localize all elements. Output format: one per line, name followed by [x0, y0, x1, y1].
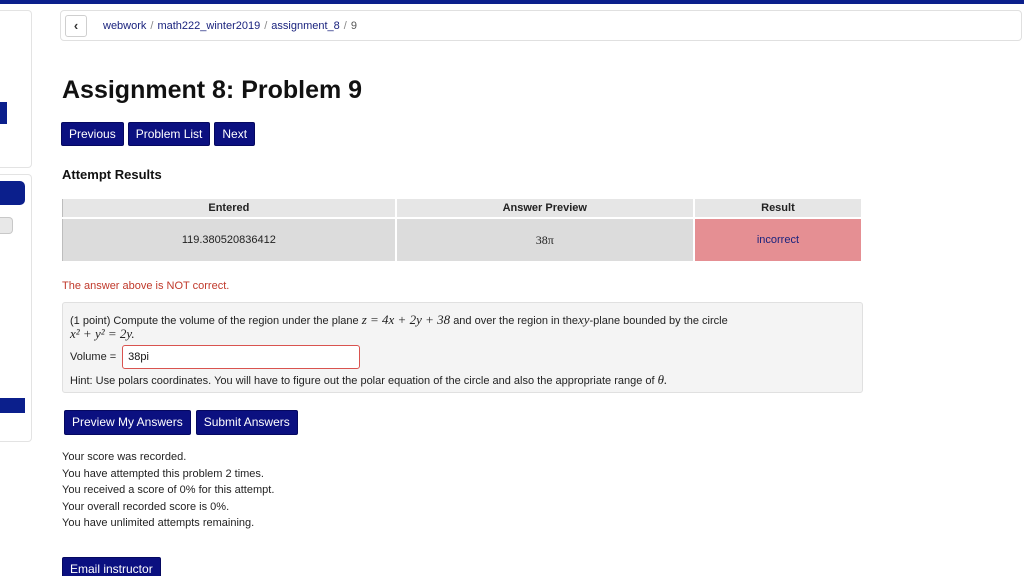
breadcrumb-item-assignment[interactable]: assignment_8: [271, 20, 340, 32]
column-header-entered: Entered: [61, 197, 397, 219]
score-line: You have unlimited attempts remaining.: [62, 517, 255, 529]
back-button[interactable]: ‹: [65, 14, 87, 37]
problem-box: (1 point) Compute the volume of the regi…: [62, 302, 863, 393]
breadcrumb-item-problem: 9: [350, 19, 357, 32]
theta-symbol: θ.: [657, 372, 668, 387]
answer-status-message: The answer above is NOT correct.: [62, 280, 230, 292]
score-line: Your overall recorded score is 0%.: [62, 500, 230, 513]
attempt-results-table: Entered Answer Preview Result 119.380520…: [61, 197, 864, 263]
column-header-answer-preview: Answer Preview: [395, 197, 695, 219]
entered-value: 119.380520836412: [61, 217, 397, 263]
problem-text-a: Compute the volume of the region under t…: [113, 315, 359, 327]
circle-equation: x² + y² = 2y.: [70, 326, 135, 341]
breadcrumb-item-course[interactable]: math222_winter2019: [157, 20, 260, 32]
breadcrumb-item-webwork[interactable]: webwork: [103, 20, 146, 32]
sidebar-panel-top: [0, 10, 32, 168]
breadcrumb-trail: webwork / math222_winter2019 / assignmen…: [103, 20, 357, 32]
problem-text-b: and over the region in the: [453, 315, 578, 327]
hint-text: Hint: Use polars coordinates. You will h…: [70, 375, 655, 387]
problem-statement: (1 point) Compute the volume of the regi…: [70, 312, 728, 328]
breadcrumb: ‹ webwork / math222_winter2019 / assignm…: [60, 10, 1022, 41]
volume-row: Volume =: [70, 345, 361, 369]
submit-answers-button[interactable]: Submit Answers: [195, 410, 298, 435]
volume-answer-input[interactable]: [122, 345, 361, 369]
attempt-results-heading: Attempt Results: [62, 167, 162, 182]
plane-equation: z = 4x + 2y + 38: [361, 312, 451, 327]
sidebar-active-item[interactable]: [0, 398, 25, 413]
problem-text-c: -plane bounded by the circle: [589, 315, 728, 327]
sidebar-toggle[interactable]: [0, 217, 13, 234]
volume-label: Volume =: [70, 351, 117, 363]
plane-name: xy: [577, 312, 590, 327]
problem-hint: Hint: Use polars coordinates. You will h…: [70, 372, 667, 388]
email-instructor-button[interactable]: Email instructor: [62, 557, 161, 576]
score-summary: Your score was recorded. You have attemp…: [62, 449, 274, 532]
breadcrumb-separator: /: [343, 19, 347, 32]
top-accent-bar: [0, 0, 1024, 4]
score-line: You have attempted this problem 2 times.: [62, 467, 264, 480]
sidebar-active-indicator[interactable]: [0, 102, 7, 124]
result-status: incorrect: [693, 217, 864, 263]
answer-preview-value: 38π: [395, 217, 695, 263]
table-row: 119.380520836412 38π incorrect: [61, 217, 864, 263]
sidebar-button[interactable]: [0, 181, 25, 205]
column-header-result: Result: [693, 197, 864, 219]
page-title: Assignment 8: Problem 9: [62, 76, 363, 104]
answer-actions: Preview My Answers Submit Answers: [64, 410, 298, 435]
preview-answers-button[interactable]: Preview My Answers: [64, 410, 191, 435]
score-line: Your score was recorded.: [62, 451, 187, 463]
breadcrumb-separator: /: [150, 19, 154, 32]
chevron-left-icon: ‹: [73, 18, 79, 33]
problem-list-button[interactable]: Problem List: [127, 122, 211, 146]
breadcrumb-separator: /: [264, 19, 268, 32]
problem-nav: Previous Problem List Next: [61, 122, 256, 146]
next-button[interactable]: Next: [214, 122, 256, 146]
score-line: You received a score of 0% for this atte…: [62, 484, 275, 496]
previous-button[interactable]: Previous: [61, 122, 124, 146]
